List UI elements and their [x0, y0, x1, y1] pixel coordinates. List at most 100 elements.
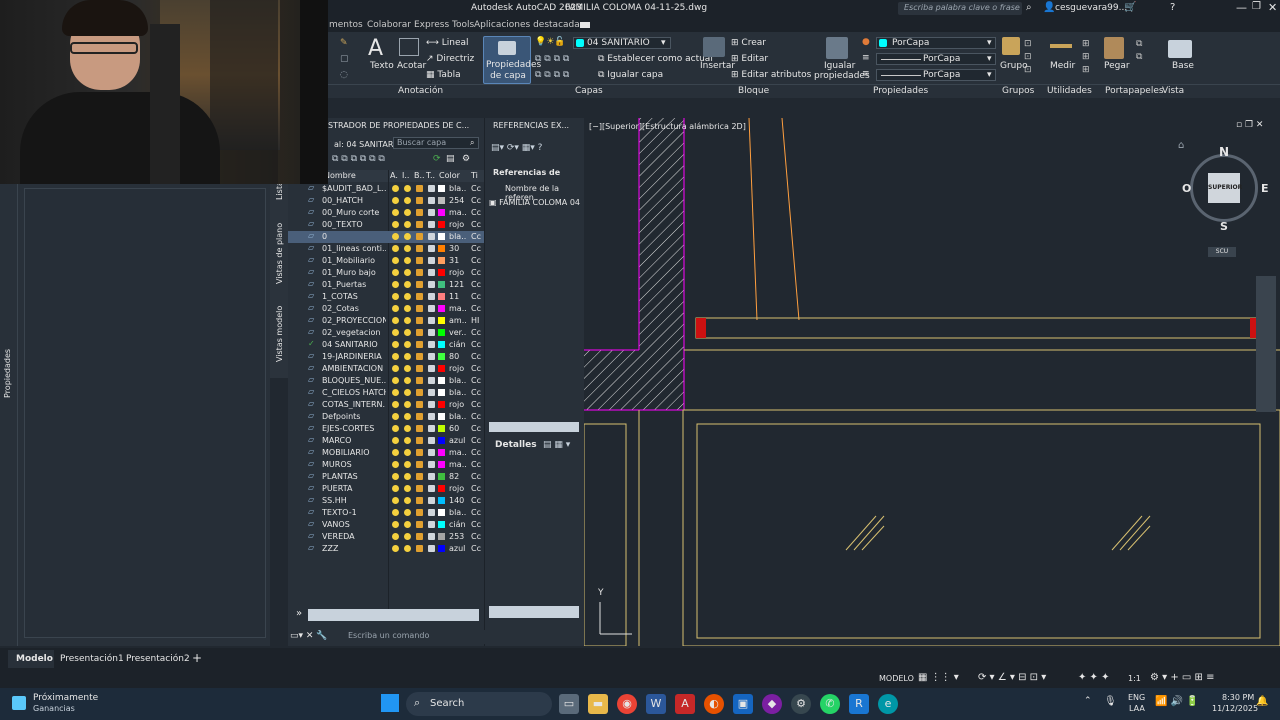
layer-row[interactable]: ▱ 00_TEXTO rojo Cc [288, 219, 484, 231]
layer-name[interactable]: MOBILIARIO [322, 448, 386, 457]
lock-icon[interactable] [416, 521, 423, 528]
layer-linetype[interactable]: Cc [471, 232, 481, 241]
plot-icon[interactable] [428, 197, 435, 204]
search-icon[interactable]: ⌕ [1026, 2, 1032, 13]
edge-icon[interactable]: e [878, 694, 898, 714]
layer-linetype[interactable]: Cc [471, 424, 481, 433]
edit-icon-2[interactable]: ▢ [340, 54, 349, 64]
lock-icon[interactable] [416, 401, 423, 408]
plot-icon[interactable] [428, 533, 435, 540]
lock-icon[interactable] [416, 317, 423, 324]
layer-name[interactable]: 02_PROYECCION [322, 316, 386, 325]
task-view-icon[interactable]: ▭ [559, 694, 579, 714]
lock-icon[interactable] [416, 437, 423, 444]
layer-linetype[interactable]: HI [471, 316, 479, 325]
command-input[interactable]: Escriba un comando [348, 631, 429, 640]
user-name[interactable]: cesguevara99... [1055, 3, 1127, 13]
measure-icon[interactable] [1050, 44, 1072, 48]
plot-icon[interactable] [428, 365, 435, 372]
whatsapp-icon[interactable]: ✆ [820, 694, 840, 714]
restore-button[interactable]: ❐ [1252, 1, 1261, 12]
layer-status-icon[interactable]: ▱ [308, 303, 314, 312]
lock-icon[interactable] [416, 257, 423, 264]
tab-express-tools[interactable]: Express Tools [414, 20, 474, 30]
lock-icon[interactable] [416, 473, 423, 480]
layer-name[interactable]: PLANTAS [322, 472, 386, 481]
lock-icon[interactable] [416, 341, 423, 348]
layer-color-name[interactable]: bla... [449, 376, 467, 385]
layer-color-name[interactable]: 121 [449, 280, 467, 289]
layer-color-swatch[interactable] [438, 461, 445, 468]
layer-row[interactable]: ▱ C_CIELOS HATCH bla... Cc [288, 387, 484, 399]
layer-linetype[interactable]: Cc [471, 436, 481, 445]
lightbulb-icon[interactable] [392, 509, 399, 516]
help-icon[interactable]: ? [1170, 2, 1175, 13]
layer-linetype[interactable]: Cc [471, 328, 481, 337]
layer-color-name[interactable]: 140 [449, 496, 467, 505]
layer-color-swatch[interactable] [438, 305, 445, 312]
layer-color-swatch[interactable] [438, 329, 445, 336]
layer-status-icon[interactable]: ▱ [308, 387, 314, 396]
lightbulb-icon[interactable] [392, 185, 399, 192]
layer-linetype[interactable]: Cc [471, 532, 481, 541]
clipboard-tools[interactable]: ⧉ ⧉ [1136, 38, 1142, 64]
command-line[interactable]: ▭▾ ✕ 🔧 Escriba un comando [288, 630, 584, 644]
layer-color-name[interactable]: azul [449, 544, 467, 553]
sun-icon[interactable] [404, 329, 411, 336]
color-dropdown[interactable]: PorCapa ▾ [876, 37, 996, 49]
layer-row[interactable]: ▱ 00_Muro corte ma... Cc [288, 207, 484, 219]
weather-title[interactable]: Próximamente [33, 693, 98, 703]
viewcube[interactable]: SUPERIOR N S E O [1182, 140, 1269, 233]
layer-name[interactable]: 01_Muro bajo [322, 268, 386, 277]
search-box[interactable]: Escriba palabra clave o frase [898, 2, 1022, 15]
lightbulb-icon[interactable] [392, 269, 399, 276]
sun-icon[interactable] [404, 509, 411, 516]
layer-color-name[interactable]: cián [449, 520, 467, 529]
group-vista[interactable]: Vista [1162, 86, 1184, 96]
plot-icon[interactable] [428, 293, 435, 300]
layer-name[interactable]: EJES-CORTES [322, 424, 386, 433]
lock-icon[interactable] [416, 293, 423, 300]
dimension-icon[interactable] [399, 38, 419, 56]
layer-scrollbar[interactable] [308, 609, 479, 621]
propiedades-vertical-label[interactable]: Propiedades [3, 349, 12, 398]
layer-color-name[interactable]: 254 [449, 196, 467, 205]
sun-icon[interactable] [404, 497, 411, 504]
ref-file-item[interactable]: ▣ FAMILIA COLOMA 04 [489, 198, 580, 207]
plot-icon[interactable] [428, 233, 435, 240]
layer-color-swatch[interactable] [438, 545, 445, 552]
plot-icon[interactable] [428, 437, 435, 444]
lock-icon[interactable] [416, 209, 423, 216]
sun-icon[interactable] [404, 413, 411, 420]
layer-linetype[interactable]: Cc [471, 376, 481, 385]
vistas-modelo-label[interactable]: Vistas modelo [275, 306, 284, 362]
layer-color-swatch[interactable] [438, 365, 445, 372]
layer-row[interactable]: ▱ 19-JARDINERIA 80 Cc [288, 351, 484, 363]
layer-color-swatch[interactable] [438, 269, 445, 276]
sun-icon[interactable] [404, 377, 411, 384]
plot-icon[interactable] [428, 341, 435, 348]
layer-status-icon[interactable]: ▱ [308, 471, 314, 480]
layer-name[interactable]: VANOS [322, 520, 386, 529]
layer-dropdown[interactable]: 04 SANITARIO ▾ [573, 37, 671, 49]
layer-linetype[interactable]: Cc [471, 364, 481, 373]
editar-button[interactable]: ⊞ Editar [731, 54, 768, 64]
tab-modelo[interactable]: Modelo [8, 650, 54, 668]
plot-icon[interactable] [428, 521, 435, 528]
ref-scrollbar[interactable] [489, 606, 579, 618]
layer-row[interactable]: ▱ 02_Cotas ma... Cc [288, 303, 484, 315]
lightbulb-icon[interactable] [392, 521, 399, 528]
lock-icon[interactable] [416, 365, 423, 372]
layer-row[interactable]: ▱ COTAS_INTERN... rojo Cc [288, 399, 484, 411]
layer-status-icon[interactable]: ▱ [308, 483, 314, 492]
layer-color-name[interactable]: 30 [449, 244, 467, 253]
sun-icon[interactable] [404, 389, 411, 396]
group-portapapeles[interactable]: Portapapeles [1105, 86, 1164, 96]
tab-colaborar[interactable]: Colaborar [367, 20, 411, 30]
drawing-canvas[interactable]: [−][Superior][Estructura alámbrica 2D] Y… [584, 118, 1280, 646]
sun-icon[interactable] [404, 221, 411, 228]
sun-icon[interactable] [404, 293, 411, 300]
layer-row[interactable]: ▱ EJES-CORTES 60 Cc [288, 423, 484, 435]
lightbulb-icon[interactable] [392, 461, 399, 468]
layer-color-name[interactable]: bla... [449, 508, 467, 517]
